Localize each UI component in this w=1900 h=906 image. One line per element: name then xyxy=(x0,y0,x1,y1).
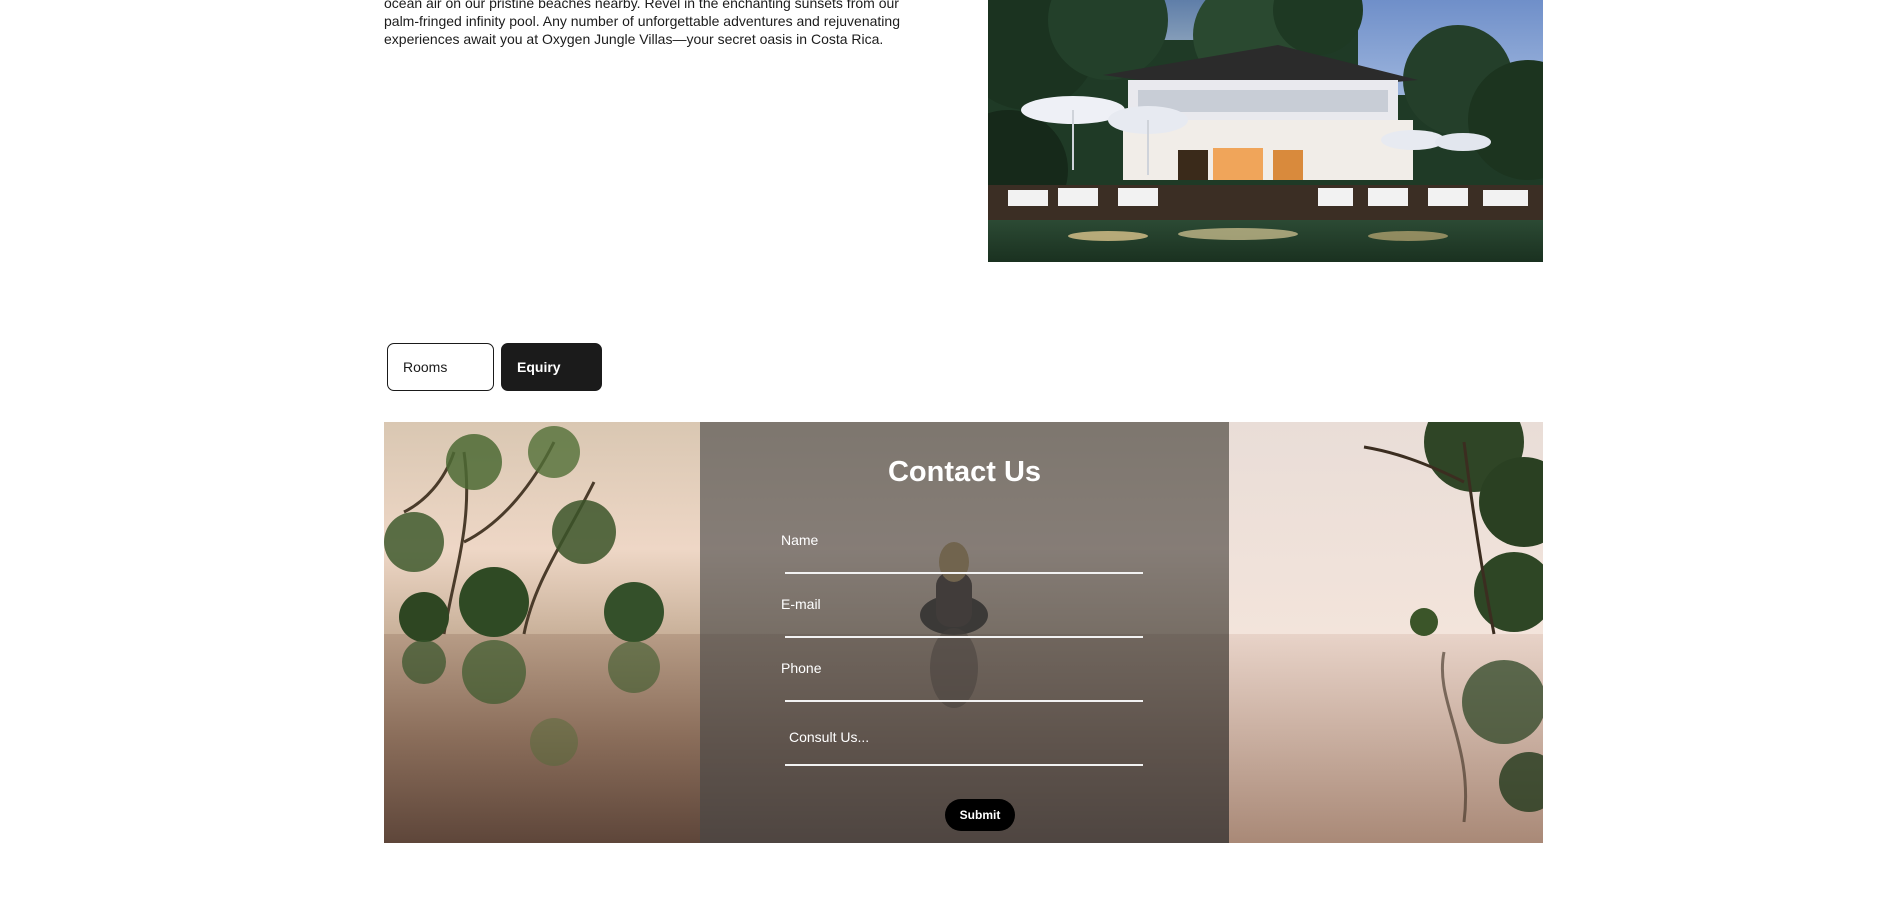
page: ocean air on our pristine beaches nearby… xyxy=(0,0,1900,906)
intro-line: experiences await you at Oxygen Jungle V… xyxy=(384,31,884,47)
tab-rooms[interactable]: Rooms xyxy=(387,343,494,391)
name-underline xyxy=(785,572,1143,574)
consult-field[interactable] xyxy=(787,723,1149,751)
email-field[interactable] xyxy=(785,599,1147,627)
villa-photo xyxy=(988,0,1543,262)
phone-field[interactable] xyxy=(785,663,1147,691)
email-underline xyxy=(785,636,1143,638)
contact-form-panel: Contact Us Name E-mail Phone Submit xyxy=(700,422,1229,843)
tab-enquiry[interactable]: Equiry xyxy=(501,343,602,391)
consult-underline xyxy=(785,764,1143,766)
phone-underline xyxy=(785,700,1143,702)
submit-button[interactable]: Submit xyxy=(945,799,1015,831)
contact-title: Contact Us xyxy=(887,456,1042,488)
name-field[interactable] xyxy=(785,535,1147,563)
contact-section: Contact Us Name E-mail Phone Submit xyxy=(384,422,1543,843)
tab-bar: Rooms Equiry xyxy=(387,343,602,391)
intro-paragraph: ocean air on our pristine beaches nearby… xyxy=(384,0,944,48)
intro-line: palm-fringed infinity pool. Any number o… xyxy=(384,13,900,29)
intro-line: ocean air on our pristine beaches nearby… xyxy=(384,0,899,11)
